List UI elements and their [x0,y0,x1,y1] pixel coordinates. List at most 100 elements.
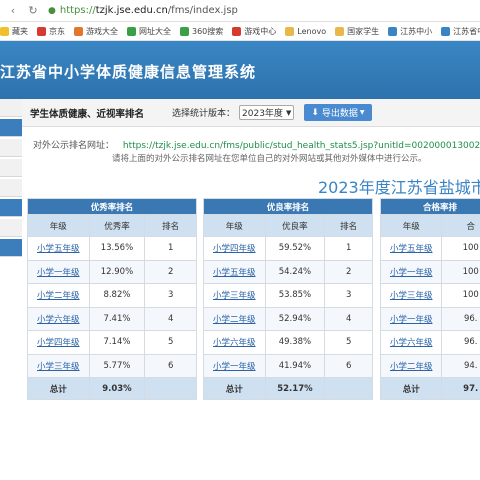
bookmark-label: 360搜索 [192,26,224,36]
table-row: 小学三年级 53.85% 3 [203,283,373,308]
total-row: 总计 52.17% [203,377,373,400]
total-row: 总计 9.03% [27,377,197,400]
jd-icon [37,26,46,36]
bookmark-item[interactable]: 国家学生 [335,26,379,37]
search-360-icon [180,26,189,36]
bookmark-item[interactable]: 江苏中小 [388,26,432,37]
bookmark-item[interactable]: 游戏大全 [74,26,118,37]
sidebar-item[interactable] [0,199,22,217]
rank-cell: 1 [144,236,197,261]
rank-cell: 3 [144,283,197,308]
pass-rate-table: 合格率排 年级合小学五年级 100 小学一年级 100 小学三年级 100 小学一年级 96. 小… [379,198,480,400]
column-header: 排名 [144,214,197,237]
table-caption: 优良率排名 [203,198,373,215]
site-header: 江苏省中小学体质健康信息管理系统 [0,41,480,99]
grade-link[interactable]: 小学三年级 [203,283,266,308]
bookmark-item[interactable]: 游戏中心 [232,26,276,37]
grade-link[interactable]: 小学五年级 [379,236,443,261]
total-label: 总计 [203,377,266,400]
public-url-row: 对外公示排名网址： https://tzjk.jse.edu.cn/fms/pu… [33,138,480,151]
sidebar-item-active[interactable] [0,119,22,137]
table-caption: 优秀率排名 [27,198,197,215]
bookmark-label: 游戏中心 [244,26,277,36]
public-url-label: 对外公示排名网址： [33,141,115,151]
game-icon [74,26,83,36]
rank-cell: 3 [324,283,373,308]
sidebar-item[interactable] [0,99,22,117]
total-cell [324,377,373,400]
star-icon [0,26,9,36]
rate-cell: 54.24% [264,259,326,284]
grade-link[interactable]: 小学二年级 [379,353,443,378]
grade-link[interactable]: 小学一年级 [379,306,443,331]
bookmark-label: 藏夹 [12,26,28,36]
bookmarks-bar: 藏夹 京东 游戏大全 网址大全 360搜索 游戏中心 Lenovo 国家学生 江苏中小 江苏省中 [0,22,480,41]
column-header: 优良率 [264,214,326,237]
grade-link[interactable]: 小学五年级 [27,236,90,261]
sidebar-item[interactable] [0,159,22,177]
sidebar-item[interactable] [0,219,22,237]
rate-cell: 8.82% [88,283,146,308]
grade-link[interactable]: 小学六年级 [203,330,266,355]
total-label: 总计 [27,377,90,400]
total-row: 总计 97. [379,377,480,400]
bookmark-item[interactable]: 藏夹 [0,26,28,37]
version-select[interactable]: 2023年度 ▼ [239,105,295,120]
table-row: 小学六年级 96. [379,330,480,355]
grade-link[interactable]: 小学二年级 [27,283,90,308]
rate-cell: 49.38% [264,330,326,355]
grade-link[interactable]: 小学五年级 [203,259,266,284]
bookmark-label: Lenovo [297,26,327,36]
rate-cell: 41.94% [264,353,326,378]
back-icon[interactable]: ‹ [6,4,20,18]
table-row: 小学五年级 54.24% 2 [203,259,373,284]
sidebar [0,99,22,309]
bookmark-item[interactable]: 网址大全 [127,26,171,37]
total-cell: 9.03% [88,377,146,400]
rate-cell: 5.77% [88,353,146,378]
bookmark-item[interactable]: Lenovo [285,26,327,36]
version-label: 选择统计版本： [172,109,236,119]
url-field[interactable]: ● https:// tzjk.jse.edu.cn /fms/index.js… [48,3,238,19]
table-row: 小学五年级 13.56% 1 [27,236,197,261]
bookmark-item[interactable]: 江苏省中 [441,26,480,37]
grade-link[interactable]: 小学三年级 [379,283,443,308]
grade-link[interactable]: 小学四年级 [27,330,90,355]
sidebar-item[interactable] [0,179,22,197]
table-row: 小学六年级 49.38% 5 [203,330,373,355]
column-header: 年级 [203,214,266,237]
table-caption: 合格率排 [380,198,480,215]
table-row: 小学三年级 100 [379,283,480,308]
grade-link[interactable]: 小学四年级 [203,236,266,261]
rank-cell: 2 [324,259,373,284]
table-row: 小学一年级 100 [379,259,480,284]
rank-cell: 2 [144,259,197,284]
bookmark-item[interactable]: 360搜索 [180,26,223,37]
grade-link[interactable]: 小学一年级 [27,259,90,284]
table-row: 小学五年级 100 [379,236,480,261]
rank-cell: 4 [324,306,373,331]
public-url-link[interactable]: https://tzjk.jse.edu.cn/fms/public/stud_… [123,141,480,151]
rate-cell: 100 [441,259,480,284]
version-value: 2023年度 [242,109,283,119]
grade-link[interactable]: 小学六年级 [27,306,90,331]
total-cell: 97. [441,377,480,400]
grade-link[interactable]: 小学一年级 [203,353,266,378]
report-title: 2023年度江苏省盐城市盐 [318,178,480,197]
export-button[interactable]: ⬇ 导出数据 ▼ [304,104,372,121]
grade-link[interactable]: 小学二年级 [203,306,266,331]
refresh-icon[interactable]: ↻ [26,4,40,18]
bookmark-item[interactable]: 京东 [37,26,65,37]
chevron-down-icon: ▼ [285,108,292,117]
bookmark-label: 江苏省中 [453,26,480,36]
url-path: /fms/index.jsp [167,5,238,16]
secure-icon: ● [48,5,56,16]
folder-icon [335,26,345,36]
table-row: 小学一年级 96. [379,306,480,331]
sidebar-item[interactable] [0,139,22,157]
sidebar-item[interactable] [0,239,22,257]
grade-link[interactable]: 小学六年级 [379,330,443,355]
grade-link[interactable]: 小学三年级 [27,353,90,378]
rate-cell: 96. [441,306,480,331]
grade-link[interactable]: 小学一年级 [379,259,443,284]
